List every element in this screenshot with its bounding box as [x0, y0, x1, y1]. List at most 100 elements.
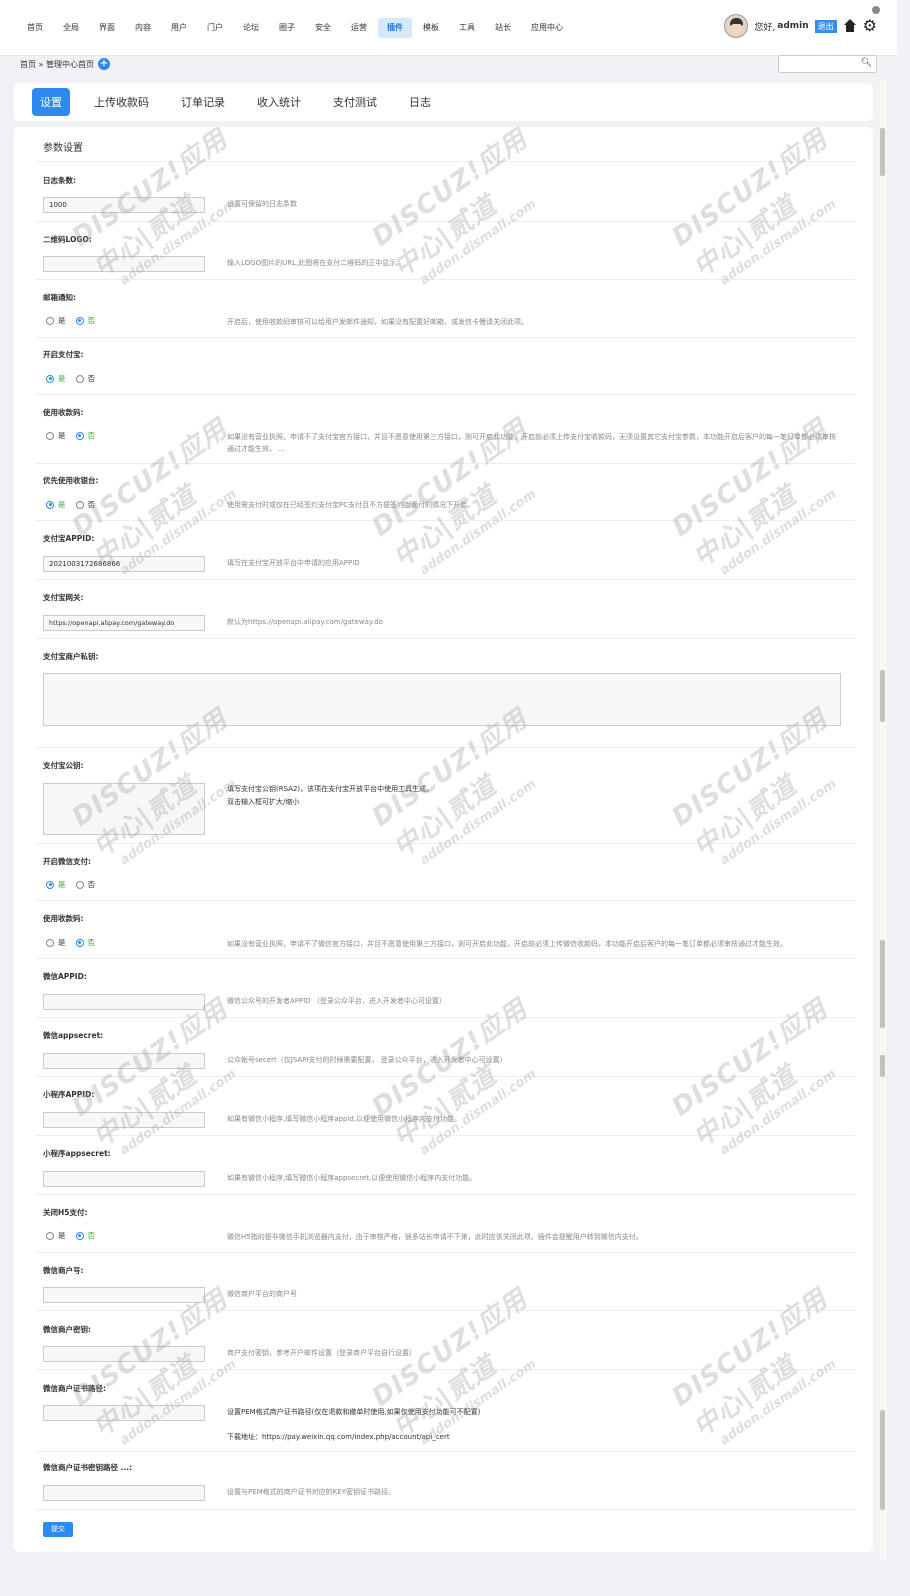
scrollbar-thumb[interactable] [880, 128, 885, 176]
mch-id-input[interactable] [43, 1287, 205, 1303]
radio-yes[interactable] [46, 938, 54, 947]
add-shortcut-icon[interactable]: + [97, 58, 110, 70]
radio-yes[interactable] [46, 880, 54, 889]
nav-item[interactable]: 首页 [18, 18, 52, 38]
nav-item[interactable]: 全局 [54, 18, 88, 38]
radio-yes[interactable] [46, 316, 54, 325]
nav-item[interactable]: 门户 [198, 18, 232, 38]
radio-no[interactable] [75, 880, 84, 889]
nav-item[interactable]: 内容 [126, 18, 160, 38]
tab-item[interactable]: 支付测试 [325, 88, 385, 116]
mini-appid-label: 小程序APPID: [43, 1090, 95, 1099]
settings-panel: 参数设置 日志条数: 1000 设置可保留的日志条数 二维码LOGO: 输入LO… [14, 127, 873, 1552]
radio-no-label: 否 [87, 500, 96, 509]
alipay-public-key-tip: 填写支付宝公钥(RSA2)，该项在支付宝开放平台中使用工具生成。 [227, 785, 434, 793]
mini-appid-input[interactable] [43, 1112, 205, 1128]
log-count-label: 日志条数: [43, 176, 76, 185]
alipay-public-key-label: 支付宝公钥: [43, 761, 84, 770]
scrollbar-marker [880, 1055, 885, 1077]
radio-yes[interactable] [46, 1231, 54, 1240]
tab-item[interactable]: 日志 [401, 88, 439, 116]
nav-item[interactable]: 插件 [378, 18, 412, 38]
radio-no-label: 否 [87, 374, 96, 383]
tab-item[interactable]: 订单记录 [173, 88, 233, 116]
watermark: DISCUZ!应用中心|贰道 addon.dismall.com [663, 1269, 873, 1466]
radio-no-label: 否 [87, 431, 96, 440]
nav-item[interactable]: 界面 [90, 18, 124, 38]
divider [36, 279, 855, 280]
nav-item[interactable]: 安全 [306, 18, 340, 38]
watermark-url: addon.dismall.com [417, 196, 540, 289]
log-count-tip: 设置可保留的日志条数 [227, 200, 297, 208]
nav-item[interactable]: 圈子 [270, 18, 304, 38]
tab-item[interactable]: 设置 [32, 88, 70, 116]
radio-no-label: 否 [87, 1231, 96, 1240]
mch-key-label: 微信商户密钥: [43, 1325, 91, 1334]
nav-item[interactable]: 站长 [486, 18, 520, 38]
radio-no[interactable] [75, 374, 84, 383]
wechat-appid-tip: 微信公众号的开发者APPID （登录公众平台，进入开发者中心可设置） [227, 997, 446, 1005]
radio-yes[interactable] [46, 374, 54, 383]
nav-item[interactable]: 模板 [414, 18, 448, 38]
tab-item[interactable]: 上传收款码 [86, 88, 157, 116]
search-icon[interactable]: 🔍︎ [861, 58, 872, 68]
tab-item[interactable]: 收入统计 [249, 88, 309, 116]
radio-yes-label: 是 [58, 431, 66, 440]
divider [36, 1252, 855, 1253]
alipay-appid-input[interactable]: 2021003172686866 [43, 556, 205, 572]
radio-yes[interactable] [46, 500, 54, 509]
watermark-url: addon.dismall.com [717, 196, 840, 289]
nav-item[interactable]: 运营 [342, 18, 376, 38]
nav-item[interactable]: 应用中心 [522, 18, 572, 38]
submit-button[interactable]: 提交 [43, 1522, 73, 1537]
panel-title: 参数设置 [43, 143, 83, 154]
divider [36, 579, 855, 580]
search-input[interactable]: 🔍︎ [778, 55, 877, 73]
home-icon[interactable] [843, 19, 857, 33]
divider [36, 843, 855, 844]
alipay-enable-label: 开启支付宝: [43, 350, 84, 359]
logout-button[interactable]: 退出 [814, 19, 837, 33]
scrollbar-track[interactable] [880, 80, 886, 1560]
close-h5-tip: 微信H5指的是非微信手机浏览器内支付，由于审核严格，很多站长申请不下来，此时应该… [227, 1233, 643, 1241]
radio-no[interactable] [75, 431, 84, 440]
radio-yes[interactable] [46, 431, 54, 440]
wechat-appsecret-input[interactable] [43, 1053, 205, 1069]
wechat-appid-label: 微信APPID: [43, 972, 87, 981]
radio-no[interactable] [75, 938, 84, 947]
alipay-gateway-input[interactable]: https://openapi.alipay.com/gateway.do [43, 615, 205, 631]
qr-logo-input[interactable] [43, 256, 205, 272]
mch-id-label: 微信商户号: [43, 1266, 84, 1275]
alipay-public-key-textarea[interactable] [43, 783, 205, 835]
avatar[interactable] [724, 14, 749, 38]
radio-no[interactable] [75, 500, 84, 509]
alipay-gateway-label: 支付宝网关: [43, 593, 84, 602]
cert-path-input[interactable] [43, 1405, 205, 1421]
nav-item[interactable]: 用户 [162, 18, 196, 38]
mch-id-tip: 微信商户平台的商户号 [227, 1290, 297, 1298]
theme-toggle-icon[interactable] [872, 6, 880, 14]
radio-yes-label: 是 [58, 880, 66, 889]
cert-key-path-input[interactable] [43, 1485, 205, 1501]
divider [36, 1310, 855, 1311]
plugin-tabs: 设置 上传收款码 订单记录 收入统计 支付测试 日志 [14, 83, 873, 121]
wechat-qr-radios: 是 否 [46, 937, 101, 948]
nav-item[interactable]: 论坛 [234, 18, 268, 38]
divider [36, 1509, 855, 1510]
gear-icon[interactable]: ⚙ [863, 18, 877, 34]
radio-no[interactable] [75, 1231, 84, 1240]
nav-item[interactable]: 工具 [450, 18, 484, 38]
breadcrumb-text[interactable]: 首页 » 管理中心首页 [20, 59, 94, 70]
alipay-public-key-tip2: 双击输入框可扩大/缩小 [227, 798, 300, 806]
mch-key-input[interactable] [43, 1346, 205, 1362]
log-count-input[interactable]: 1000 [43, 197, 205, 213]
qr-logo-tip: 输入LOGO图片的URL,此图将在支付二维码的正中显示。 [227, 259, 404, 267]
alipay-qr-tip: 如果没有营业执照，申请不了支付宝官方接口，并且不愿意使用第三方接口，则可开启此功… [227, 433, 836, 441]
alipay-private-key-textarea[interactable] [43, 673, 841, 726]
wechat-appid-input[interactable] [43, 994, 205, 1010]
email-notify-tip: 开启后，使用收款码审核可以给用户发邮件通知，如果没有配置好邮箱，或发信卡慢请关闭… [227, 318, 528, 326]
mini-appsecret-input[interactable] [43, 1171, 205, 1187]
prefer-cashier-radios: 是 否 [46, 499, 101, 510]
alipay-qr-tip-more: 通过才能生效。 ... [227, 445, 285, 453]
radio-no[interactable] [75, 316, 84, 325]
